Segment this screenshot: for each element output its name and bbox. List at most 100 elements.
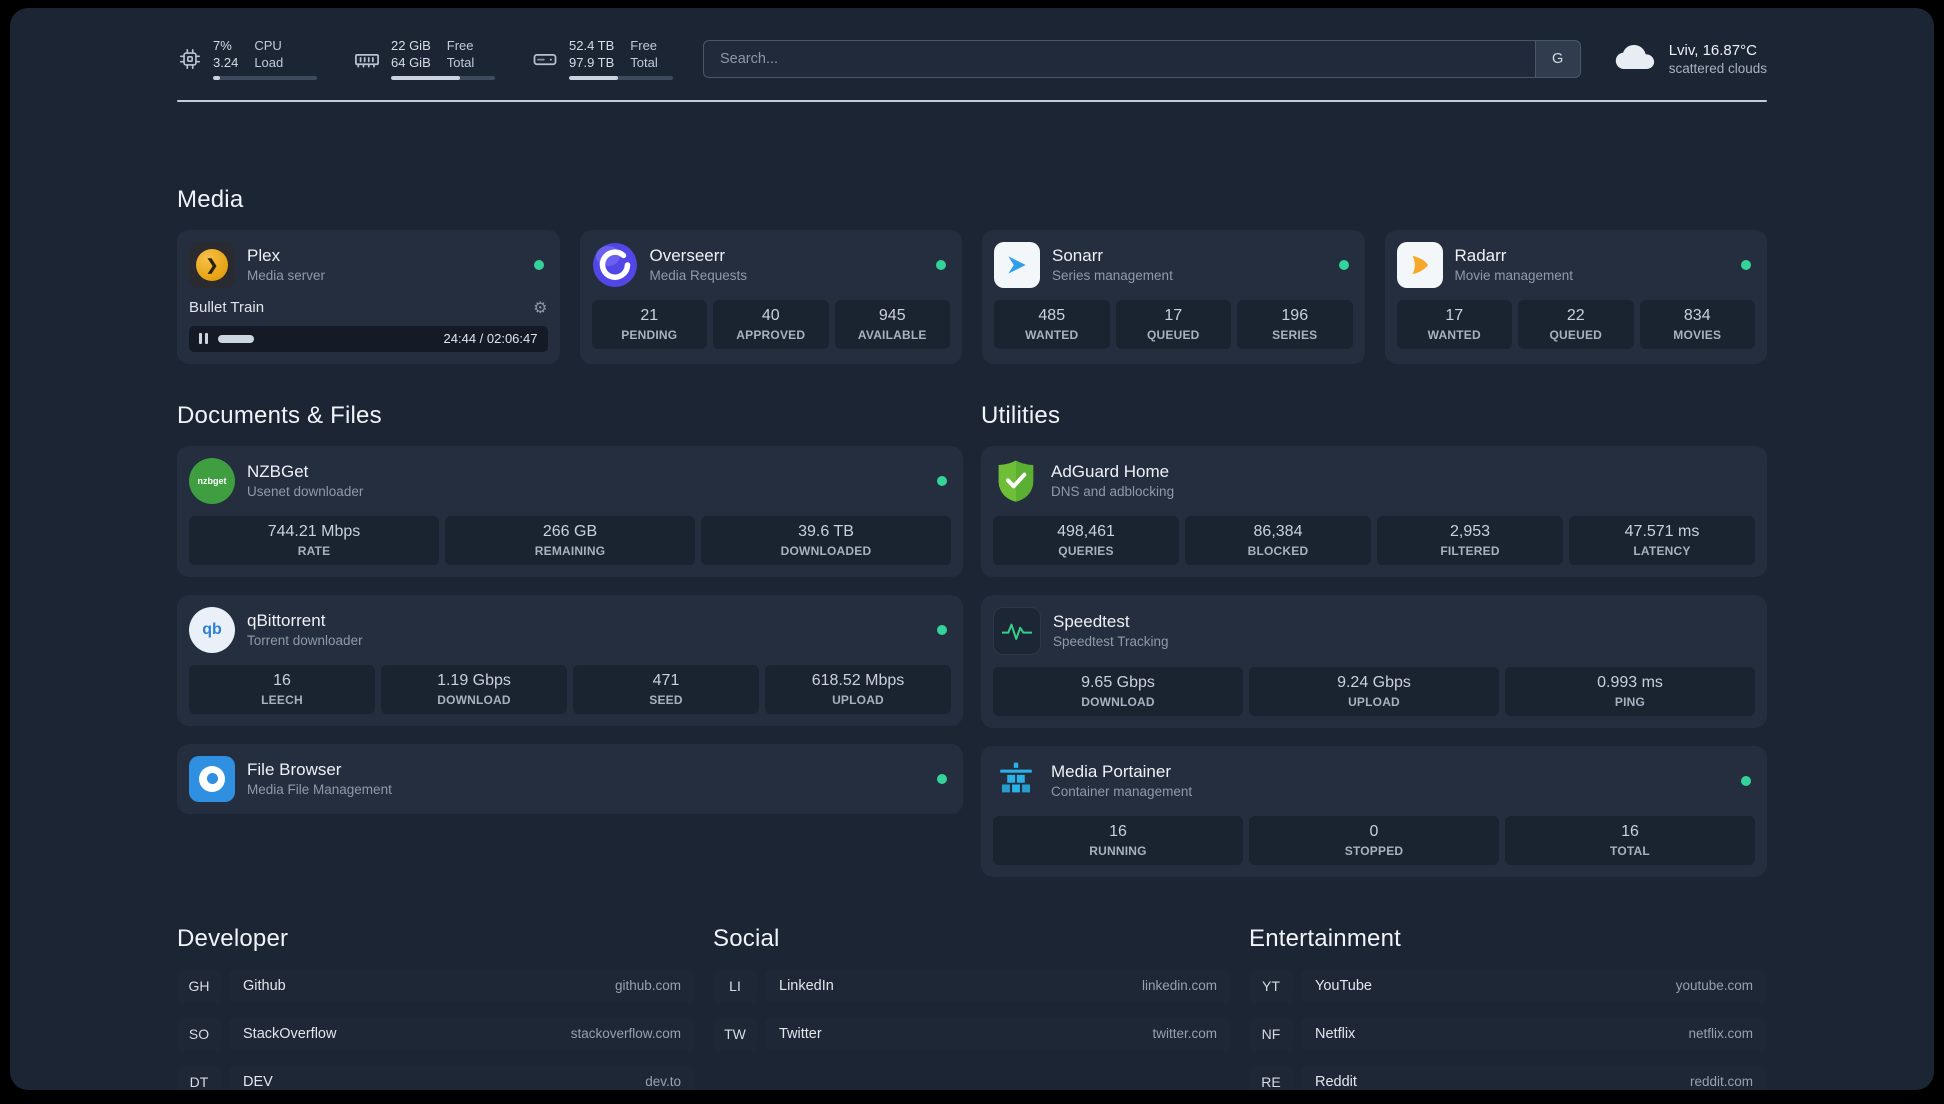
playback-time: 24:44 / 02:06:47 [443,331,538,347]
stat-value: 834 [1683,306,1711,324]
weather-location: Lviv, 16.87°C [1668,41,1757,59]
service-description: Usenet downloader [247,484,364,500]
bookmark-domain: twitter.com [1152,1026,1217,1042]
bookmark-link-youtube[interactable]: YouTube youtube.com [1301,968,1767,1003]
stat-series: 196 SERIES [1237,299,1353,349]
bookmark-name: StackOverflow [243,1025,337,1042]
pause-icon[interactable] [199,333,208,345]
stat-wanted: 485 WANTED [994,299,1110,349]
section-title-media: Media [177,185,244,213]
disk-usage-bar-fill [569,75,618,80]
player-bar: 24:44 / 02:06:47 [189,325,548,352]
service-card-sonarr[interactable]: Sonarr Series management 485 WANTED 17 Q… [982,229,1365,364]
section-title-developer: Developer [177,924,289,952]
bookmark-abbr[interactable]: LI [713,968,757,1003]
bookmark-abbr[interactable]: DT [177,1064,221,1090]
stat-value: 471 [652,671,680,689]
stat-value: 196 [1281,306,1309,324]
bookmark-name: Twitter [779,1025,822,1042]
topbar-divider [177,99,1767,102]
bookmark-link-twitter[interactable]: Twitter twitter.com [765,1016,1231,1051]
stat-download: 1.19 Gbps DOWNLOAD [381,664,567,714]
bookmark-link-netflix[interactable]: Netflix netflix.com [1301,1016,1767,1051]
bookmark-name: Netflix [1315,1025,1356,1042]
stat-label: STOPPED [1344,843,1404,858]
media-card-grid: ❯ Plex Media server Bullet Train ⚙ 24:44… [177,229,1767,364]
cloud-icon [1611,40,1657,78]
bookmark-abbr[interactable]: RE [1249,1064,1293,1090]
service-card-qbittorrent[interactable]: qb qBittorrent Torrent downloader 16 LEE… [177,594,963,726]
service-card-overseerr[interactable]: Overseerr Media Requests 21 PENDING 40 A… [579,229,962,364]
stat-label: FILTERED [1440,543,1500,558]
stat-stopped: 0 STOPPED [1249,815,1499,865]
service-name: Media Portainer [1051,762,1172,782]
service-name: qBittorrent [247,611,326,631]
bookmark-domain: reddit.com [1689,1074,1753,1090]
service-card-nzbget[interactable]: nzbget NZBGet Usenet downloader 744.21 M… [177,445,963,577]
plex-now-playing-widget: Bullet Train ⚙ 24:44 / 02:06:47 [189,298,548,352]
stat-latency: 47.571 ms LATENCY [1569,515,1755,565]
plex-icon: ❯ [189,241,235,288]
stat-downloaded: 39.6 TB DOWNLOADED [701,515,951,565]
service-card-filebrowser[interactable]: File Browser Media File Management [177,743,963,814]
cpu-load-value: 3.24 [213,54,239,70]
search-provider-button[interactable]: G [1534,39,1581,78]
stat-leech: 16 LEECH [189,664,375,714]
disk-total-label: Total [630,54,658,70]
service-card-portainer[interactable]: Media Portainer Container management 16 … [981,745,1767,877]
playback-progress-bar[interactable] [218,334,254,343]
bookmark-domain: stackoverflow.com [570,1026,681,1042]
service-card-adguard[interactable]: AdGuard Home DNS and adblocking 498,461 … [981,445,1767,577]
search-input[interactable] [703,39,1535,78]
bookmark-link-linkedin[interactable]: LinkedIn linkedin.com [765,968,1231,1003]
cpu-widget: 7% 3.24 CPU Load [177,38,317,80]
stat-wanted: 17 WANTED [1396,299,1512,349]
stat-value: 485 [1038,306,1066,324]
stat-value: 22 [1566,306,1585,324]
service-description: Series management [1052,268,1173,284]
stat-label: RUNNING [1089,843,1147,858]
section-title-utilities: Utilities [981,401,1061,429]
bookmark-link-dev[interactable]: DEV dev.to [229,1064,695,1090]
search-box: G [703,39,1581,78]
bookmark-link-github[interactable]: Github github.com [229,968,695,1003]
service-description: Media Requests [649,268,748,284]
bookmark-abbr[interactable]: YT [1249,968,1293,1003]
bookmark-domain: dev.to [645,1074,681,1090]
section-title-documents: Documents & Files [177,401,382,429]
service-name: Overseerr [649,246,726,266]
bookmark-abbr[interactable]: TW [713,1016,757,1051]
stat-approved: 40 APPROVED [713,299,829,349]
bookmark-abbr[interactable]: GH [177,968,221,1003]
weather-widget[interactable]: Lviv, 16.87°C scattered clouds [1611,40,1767,78]
radarr-icon [1396,241,1443,288]
gear-icon[interactable]: ⚙ [533,298,547,318]
service-card-radarr[interactable]: Radarr Movie management 17 WANTED 22 QUE… [1384,229,1767,364]
filebrowser-icon [189,755,235,802]
section-media: Media ❯ Plex Media server Bullet Train ⚙… [177,186,1767,364]
dashboard-page: 7% 3.24 CPU Load 22 GiB 64 GiB Free Tota… [10,8,1934,1090]
overseerr-icon [592,242,638,288]
memory-icon [353,45,381,73]
memory-readout: 22 GiB 64 GiB Free Total [391,38,495,80]
stat-movies: 834 MOVIES [1639,299,1755,349]
stat-label: BLOCKED [1247,543,1309,558]
stat-rate: 744.21 Mbps RATE [189,515,439,565]
bookmark-link-stackoverflow[interactable]: StackOverflow stackoverflow.com [229,1016,695,1051]
service-card-speedtest[interactable]: Speedtest Speedtest Tracking 9.65 Gbps D… [981,594,1767,728]
nzbget-icon: nzbget [189,457,235,504]
disk-readout: 52.4 TB 97.9 TB Free Total [569,38,673,80]
bookmark-link-reddit[interactable]: Reddit reddit.com [1301,1064,1767,1090]
bookmark-abbr[interactable]: SO [177,1016,221,1051]
stat-value: 16 [1109,822,1127,840]
stat-value: 16 [1621,822,1639,840]
service-description: DNS and adblocking [1051,484,1175,500]
sonarr-icon [994,241,1040,288]
bookmark-row-reddit: RE Reddit reddit.com [1249,1064,1767,1090]
bookmark-abbr[interactable]: NF [1249,1016,1293,1051]
bookmark-row-netflix: NF Netflix netflix.com [1249,1016,1767,1051]
service-card-plex[interactable]: ❯ Plex Media server Bullet Train ⚙ 24:44… [177,229,560,364]
service-description: Movie management [1454,268,1574,284]
service-name: Speedtest [1053,612,1130,632]
stat-label: QUERIES [1058,543,1114,558]
